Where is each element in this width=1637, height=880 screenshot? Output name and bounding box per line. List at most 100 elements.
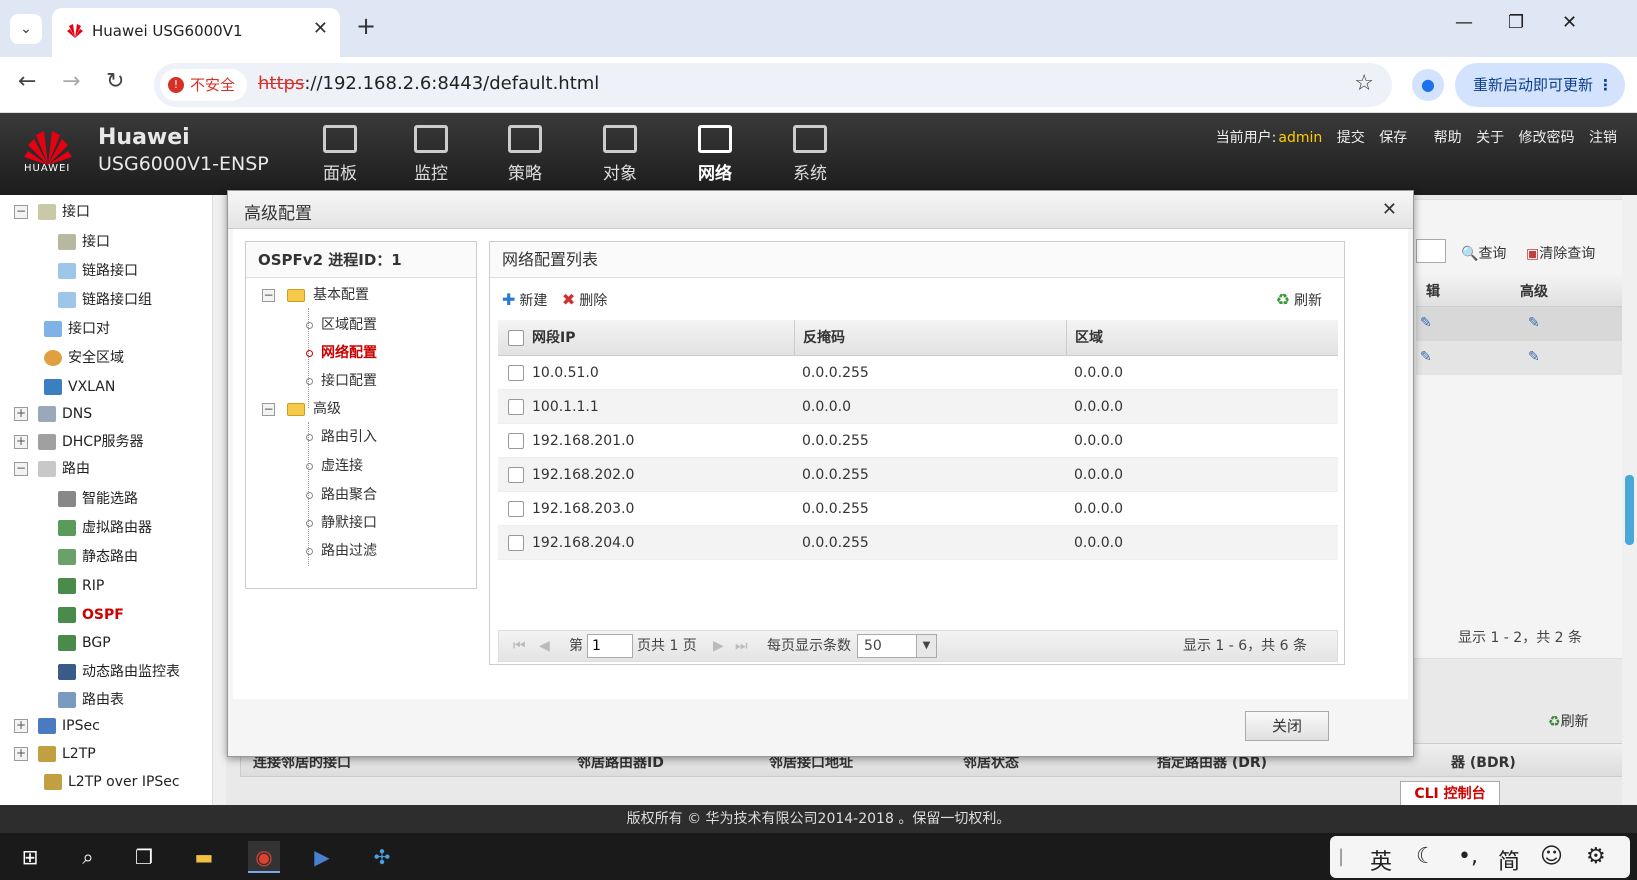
about-link[interactable]: 关于 bbox=[1476, 130, 1504, 146]
sidebar-item-static-route[interactable]: 静态路由 bbox=[58, 544, 138, 570]
tree-node-advanced[interactable]: − 高级 bbox=[262, 396, 341, 422]
collapse-icon[interactable]: − bbox=[14, 462, 28, 476]
expand-icon[interactable]: + bbox=[14, 435, 28, 449]
sidebar-item-routing[interactable]: − 路由 bbox=[14, 456, 90, 482]
window-close-icon[interactable]: ✕ bbox=[1562, 12, 1577, 33]
page-scrollbar[interactable] bbox=[1622, 195, 1637, 805]
sidebar-item-virtual-router[interactable]: 虚拟路由器 bbox=[58, 515, 152, 541]
reload-icon[interactable]: ↻ bbox=[106, 69, 124, 94]
row-checkbox[interactable] bbox=[508, 501, 524, 517]
tree-node-interface-config[interactable]: 接口配置 bbox=[306, 368, 377, 394]
windows-start-icon[interactable]: ⊞ bbox=[14, 841, 46, 873]
tree-node-area-config[interactable]: 区域配置 bbox=[306, 312, 377, 338]
powershell-icon[interactable]: ▶ bbox=[306, 841, 338, 873]
edit-icon[interactable]: ✎ bbox=[1420, 315, 1432, 331]
menu-monitor[interactable]: 监控 bbox=[396, 125, 466, 184]
menu-dashboard[interactable]: 面板 bbox=[305, 125, 375, 184]
sidebar-item-l2tp-over-ipsec[interactable]: L2TP over IPSec bbox=[44, 769, 180, 795]
tree-node-route-import[interactable]: 路由引入 bbox=[306, 424, 377, 450]
ime-lang-toggle[interactable]: 英 bbox=[1370, 844, 1392, 876]
select-all-checkbox[interactable] bbox=[508, 330, 524, 346]
forward-icon[interactable]: → bbox=[62, 69, 80, 94]
back-icon[interactable]: ← bbox=[18, 69, 36, 94]
emoji-icon[interactable]: ☺ bbox=[1540, 844, 1563, 869]
table-row[interactable]: 100.1.1.1 0.0.0.0 0.0.0.0 bbox=[498, 390, 1338, 424]
restart-update-button[interactable]: 重新启动即可更新 ⋮ bbox=[1455, 63, 1625, 107]
bg-refresh-button[interactable]: ♻刷新 bbox=[1548, 711, 1589, 731]
table-row[interactable]: 192.168.203.0 0.0.0.255 0.0.0.0 bbox=[498, 492, 1338, 526]
menu-system[interactable]: 系统 bbox=[775, 125, 845, 184]
expand-icon[interactable]: + bbox=[14, 407, 28, 421]
cli-console-button[interactable]: CLI 控制台 bbox=[1400, 781, 1500, 807]
sidebar-item-interface[interactable]: 接口 bbox=[58, 229, 110, 255]
sidebar-item-l2tp[interactable]: + L2TP bbox=[14, 741, 96, 767]
query-field[interactable] bbox=[1416, 239, 1446, 263]
collapse-icon[interactable]: − bbox=[14, 205, 28, 219]
sidebar-item-route-table[interactable]: 路由表 bbox=[58, 687, 124, 713]
minimize-icon[interactable]: — bbox=[1455, 12, 1473, 33]
profile-avatar-icon[interactable]: ● bbox=[1412, 69, 1444, 101]
menu-policy[interactable]: 策略 bbox=[490, 125, 560, 184]
change-password-link[interactable]: 修改密码 bbox=[1519, 130, 1575, 146]
col-wildcard-mask[interactable]: 反掩码 bbox=[794, 320, 845, 355]
insecure-badge[interactable]: ! 不安全 bbox=[160, 69, 248, 101]
tree-node-route-aggregation[interactable]: 路由聚合 bbox=[306, 482, 377, 508]
row-checkbox[interactable] bbox=[508, 535, 524, 551]
ensp-icon[interactable]: ✣ bbox=[366, 841, 398, 873]
file-explorer-icon[interactable]: ▬ bbox=[188, 841, 220, 873]
sidebar-item-bgp[interactable]: BGP bbox=[58, 630, 111, 656]
col-network-ip[interactable]: 网段IP bbox=[532, 320, 575, 355]
refresh-button[interactable]: ♻ 刷新 bbox=[1276, 286, 1322, 315]
query-button[interactable]: 🔍查询 bbox=[1461, 243, 1506, 263]
logout-link[interactable]: 注销 bbox=[1589, 130, 1617, 146]
table-row[interactable]: 192.168.201.0 0.0.0.255 0.0.0.0 bbox=[498, 424, 1338, 458]
next-page-icon[interactable]: ▶ bbox=[713, 631, 724, 661]
tree-node-route-filter[interactable]: 路由过滤 bbox=[306, 538, 377, 564]
url-text[interactable]: https://192.168.2.6:8443/default.html bbox=[258, 73, 599, 94]
sidebar-item-link-interface[interactable]: 链路接口 bbox=[58, 258, 138, 284]
task-view-icon[interactable]: ❐ bbox=[128, 841, 160, 873]
omnibox[interactable]: ! 不安全 https://192.168.2.6:8443/default.h… bbox=[154, 63, 1392, 107]
browser-tab[interactable]: Huawei USG6000V1 ✕ bbox=[52, 8, 340, 57]
first-page-icon[interactable]: ⏮ bbox=[513, 631, 526, 661]
edit-icon[interactable]: ✎ bbox=[1420, 349, 1432, 365]
advanced-edit-icon[interactable]: ✎ bbox=[1528, 349, 1540, 365]
tree-node-network-config[interactable]: 网络配置 bbox=[306, 340, 377, 366]
menu-network[interactable]: 网络 bbox=[680, 125, 750, 184]
tree-node-silent-interface[interactable]: 静默接口 bbox=[306, 510, 377, 536]
bg-table-row[interactable]: ✎ ✎ bbox=[1416, 341, 1622, 375]
row-checkbox[interactable] bbox=[508, 399, 524, 415]
per-page-select[interactable]: 50 ▼ bbox=[857, 634, 937, 658]
collapse-icon[interactable]: − bbox=[262, 288, 275, 302]
tab-search-dropdown[interactable]: ⌄ bbox=[10, 14, 42, 44]
submit-link[interactable]: 提交 bbox=[1337, 130, 1365, 146]
dialog-close-icon[interactable]: ✕ bbox=[1382, 199, 1397, 220]
bookmark-star-icon[interactable]: ☆ bbox=[1354, 71, 1374, 96]
ime-simplified-toggle[interactable]: 简 bbox=[1498, 844, 1520, 876]
sidebar-item-ipsec[interactable]: + IPSec bbox=[14, 713, 100, 739]
sidebar-item-dynamic-route-monitor[interactable]: 动态路由监控表 bbox=[58, 659, 180, 685]
row-checkbox[interactable] bbox=[508, 433, 524, 449]
chrome-icon[interactable]: ◉ bbox=[248, 841, 280, 873]
close-button[interactable]: 关闭 bbox=[1245, 711, 1329, 741]
prev-page-icon[interactable]: ◀ bbox=[539, 631, 550, 661]
delete-button[interactable]: ✖ 删除 bbox=[562, 286, 607, 315]
sidebar-item-vxlan[interactable]: VXLAN bbox=[44, 374, 115, 400]
sidebar-item-security-zone[interactable]: 安全区域 bbox=[44, 345, 124, 371]
sidebar-item-interface-group[interactable]: − 接口 bbox=[14, 199, 90, 225]
sidebar-item-link-interface-group[interactable]: 链路接口组 bbox=[58, 287, 152, 313]
table-row[interactable]: 192.168.204.0 0.0.0.255 0.0.0.0 bbox=[498, 526, 1338, 560]
help-link[interactable]: 帮助 bbox=[1434, 130, 1462, 146]
row-checkbox[interactable] bbox=[508, 365, 524, 381]
collapse-icon[interactable]: − bbox=[262, 402, 275, 416]
punctuation-icon[interactable]: •, bbox=[1458, 844, 1478, 869]
sidebar-item-rip[interactable]: RIP bbox=[58, 573, 104, 599]
tree-node-virtual-link[interactable]: 虚连接 bbox=[306, 453, 363, 479]
row-checkbox[interactable] bbox=[508, 467, 524, 483]
moon-icon[interactable]: ☾ bbox=[1416, 844, 1436, 869]
table-row[interactable]: 10.0.51.0 0.0.0.255 0.0.0.0 bbox=[498, 356, 1338, 390]
scroll-thumb[interactable] bbox=[1625, 475, 1634, 545]
expand-icon[interactable]: + bbox=[14, 719, 28, 733]
tab-close-icon[interactable]: ✕ bbox=[313, 18, 328, 39]
sidebar-item-interface-pair[interactable]: 接口对 bbox=[44, 316, 110, 342]
